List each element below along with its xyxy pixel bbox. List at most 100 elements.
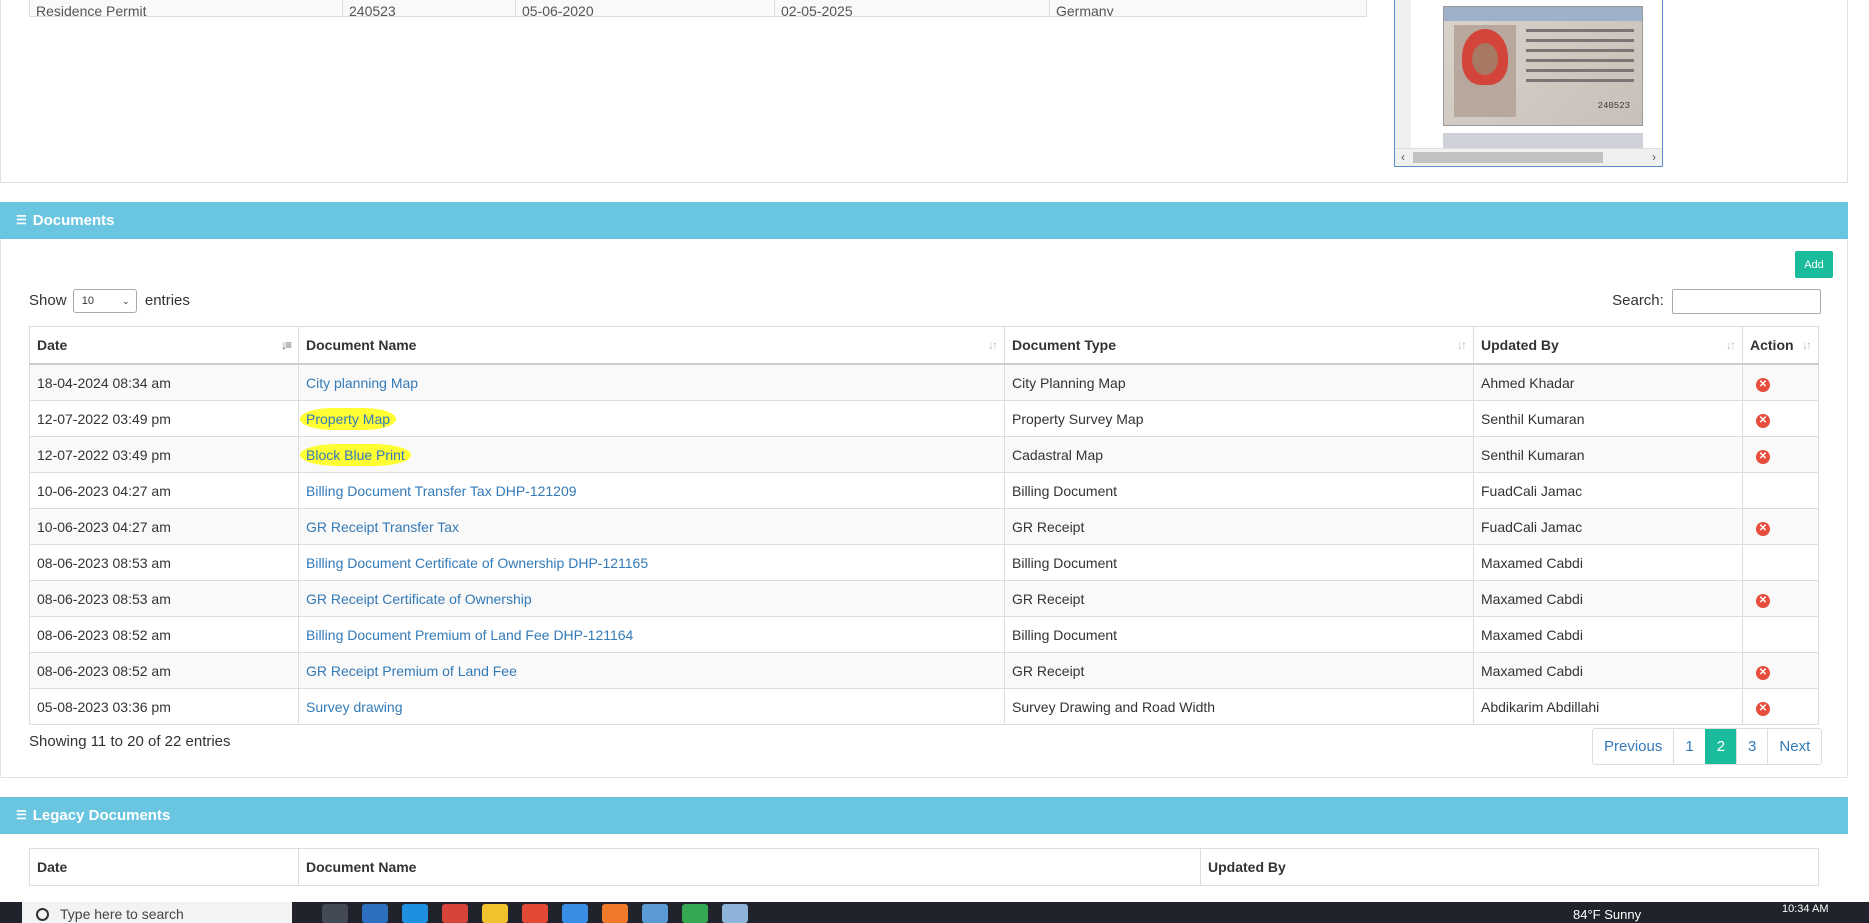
entries-select[interactable]: 10 ⌄ xyxy=(72,289,137,314)
document-link[interactable]: GR Receipt Transfer Tax xyxy=(306,519,459,535)
row-updated-by: Maxamed Cabdi xyxy=(1473,616,1743,653)
row-document-name: City planning Map xyxy=(298,363,1005,401)
page-2-button[interactable]: 2 xyxy=(1704,729,1737,764)
table-row: 10-06-2023 04:27 am GR Receipt Transfer T… xyxy=(29,508,1819,545)
table-row: 08-06-2023 08:52 am GR Receipt Premium of… xyxy=(29,652,1819,689)
pagination: Previous 1 2 3 Next xyxy=(1592,728,1823,765)
id-image-viewer[interactable]: 240523 ‹ › xyxy=(1394,0,1663,167)
taskbar-app-icons xyxy=(322,904,748,923)
page-3-button[interactable]: 3 xyxy=(1736,729,1767,764)
col-name-label: Document Name xyxy=(306,337,417,353)
legacy-documents-header: ☰ Legacy Documents xyxy=(0,797,1848,834)
table-search: Search: xyxy=(1612,288,1821,314)
row-updated-by: Senthil Kumaran xyxy=(1473,400,1743,437)
document-link[interactable]: GR Receipt Certificate of Ownership xyxy=(306,591,532,607)
row-action xyxy=(1742,616,1819,653)
document-link[interactable]: Billing Document Certificate of Ownershi… xyxy=(306,555,648,571)
page-1-button[interactable]: 1 xyxy=(1673,729,1704,764)
weather-widget[interactable]: 84°F Sunny xyxy=(1573,907,1641,922)
taskbar-app-icon[interactable] xyxy=(522,904,548,923)
search-input[interactable] xyxy=(1672,288,1821,314)
taskbar-app-icon[interactable] xyxy=(322,904,348,923)
row-document-type: Cadastral Map xyxy=(1004,436,1474,473)
row-action xyxy=(1742,544,1819,581)
windows-taskbar: Type here to search 84°F Sunny 10:34 AM xyxy=(0,902,1869,923)
row-document-name: GR Receipt Transfer Tax xyxy=(298,508,1005,545)
taskbar-app-icon[interactable] xyxy=(482,904,508,923)
taskbar-app-icon[interactable] xyxy=(602,904,628,923)
delete-icon[interactable]: ✕ xyxy=(1756,449,1770,464)
document-link[interactable]: GR Receipt Premium of Land Fee xyxy=(306,663,517,679)
scroll-thumb[interactable] xyxy=(1413,152,1603,163)
table-row: 08-06-2023 08:52 am Billing Document Prem… xyxy=(29,616,1819,653)
taskbar-app-icon[interactable] xyxy=(362,904,388,923)
row-document-name: Billing Document Transfer Tax DHP-121209 xyxy=(298,472,1005,509)
row-date: 08-06-2023 08:52 am xyxy=(29,616,299,653)
table-row: 08-06-2023 08:53 am GR Receipt Certificat… xyxy=(29,580,1819,617)
row-date: 10-06-2023 04:27 am xyxy=(29,508,299,545)
document-link[interactable]: Block Blue Print xyxy=(300,443,411,466)
taskbar-app-icon[interactable] xyxy=(442,904,468,923)
residence-expiry-date: 02-05-2025 xyxy=(774,0,1050,17)
row-updated-by: FuadCali Jamac xyxy=(1473,508,1743,545)
row-document-type: Billing Document xyxy=(1004,616,1474,653)
document-link[interactable]: Survey drawing xyxy=(306,699,403,715)
delete-icon[interactable]: ✕ xyxy=(1756,377,1770,392)
table-row: 10-06-2023 04:27 am Billing Document Tran… xyxy=(29,472,1819,509)
delete-icon[interactable]: ✕ xyxy=(1756,521,1770,536)
residence-country: Germany xyxy=(1049,0,1367,17)
row-document-name: Property Map xyxy=(298,400,1005,437)
scroll-left-icon[interactable]: ‹ xyxy=(1395,149,1411,166)
row-document-type: City Planning Map xyxy=(1004,363,1474,401)
residence-number: 240523 xyxy=(342,0,516,17)
row-document-name: Billing Document Certificate of Ownershi… xyxy=(298,544,1005,581)
col-document-type[interactable]: Document Type ↓↑ xyxy=(1004,326,1474,365)
taskbar-app-icon[interactable] xyxy=(682,904,708,923)
taskbar-app-icon[interactable] xyxy=(642,904,668,923)
entries-select-value: 10 xyxy=(81,295,94,308)
row-action: ✕ xyxy=(1742,436,1819,473)
row-document-type: GR Receipt xyxy=(1004,508,1474,545)
legacy-col-updated-by[interactable]: Updated By xyxy=(1200,848,1819,886)
taskbar-app-icon[interactable] xyxy=(562,904,588,923)
legacy-title: Legacy Documents xyxy=(32,807,171,824)
row-action: ✕ xyxy=(1742,400,1819,437)
show-label: Show xyxy=(29,292,67,309)
col-date[interactable]: Date ↓≡ xyxy=(29,326,299,365)
legacy-col-date[interactable]: Date xyxy=(29,848,299,886)
viewer-horizontal-scrollbar[interactable]: ‹ › xyxy=(1395,148,1662,166)
row-document-name: Survey drawing xyxy=(298,688,1005,725)
taskbar-app-icon[interactable] xyxy=(402,904,428,923)
document-link[interactable]: Property Map xyxy=(300,407,397,430)
delete-icon[interactable]: ✕ xyxy=(1756,665,1770,680)
col-updated-by[interactable]: Updated By ↓↑ xyxy=(1473,326,1743,365)
col-type-label: Document Type xyxy=(1012,337,1116,353)
residence-table: Residence Permit 240523 05-06-2020 02-05… xyxy=(29,0,1367,17)
document-link[interactable]: Billing Document Transfer Tax DHP-121209 xyxy=(306,483,577,499)
previous-page-button[interactable]: Previous xyxy=(1593,729,1673,764)
delete-icon[interactable]: ✕ xyxy=(1756,593,1770,608)
taskbar-app-icon[interactable] xyxy=(722,904,748,923)
delete-icon[interactable]: ✕ xyxy=(1756,413,1770,428)
legacy-col-document-name[interactable]: Document Name xyxy=(298,848,1201,886)
taskbar-search[interactable]: Type here to search xyxy=(22,902,292,923)
document-link[interactable]: City planning Map xyxy=(306,375,418,391)
row-date: 08-06-2023 08:53 am xyxy=(29,544,299,581)
next-page-button[interactable]: Next xyxy=(1767,729,1821,764)
table-row: 05-08-2023 03:36 pm Survey drawing Survey … xyxy=(29,688,1819,725)
scroll-right-icon[interactable]: › xyxy=(1646,149,1662,166)
col-action[interactable]: Action ↓↑ xyxy=(1742,326,1819,365)
col-document-name[interactable]: Document Name ↓↑ xyxy=(298,326,1005,365)
row-action: ✕ xyxy=(1742,580,1819,617)
delete-icon[interactable]: ✕ xyxy=(1756,701,1770,716)
document-link[interactable]: Billing Document Premium of Land Fee DHP… xyxy=(306,627,633,643)
add-document-button[interactable]: Add xyxy=(1795,251,1833,278)
row-date: 12-07-2022 03:49 pm xyxy=(29,400,299,437)
list-icon: ☰ xyxy=(16,808,27,822)
row-action: ✕ xyxy=(1742,508,1819,545)
clock[interactable]: 10:34 AM xyxy=(1782,903,1828,915)
row-document-type: Billing Document xyxy=(1004,472,1474,509)
row-action: ✕ xyxy=(1742,363,1819,401)
row-date: 12-07-2022 03:49 pm xyxy=(29,436,299,473)
taskbar-search-placeholder: Type here to search xyxy=(60,906,184,922)
